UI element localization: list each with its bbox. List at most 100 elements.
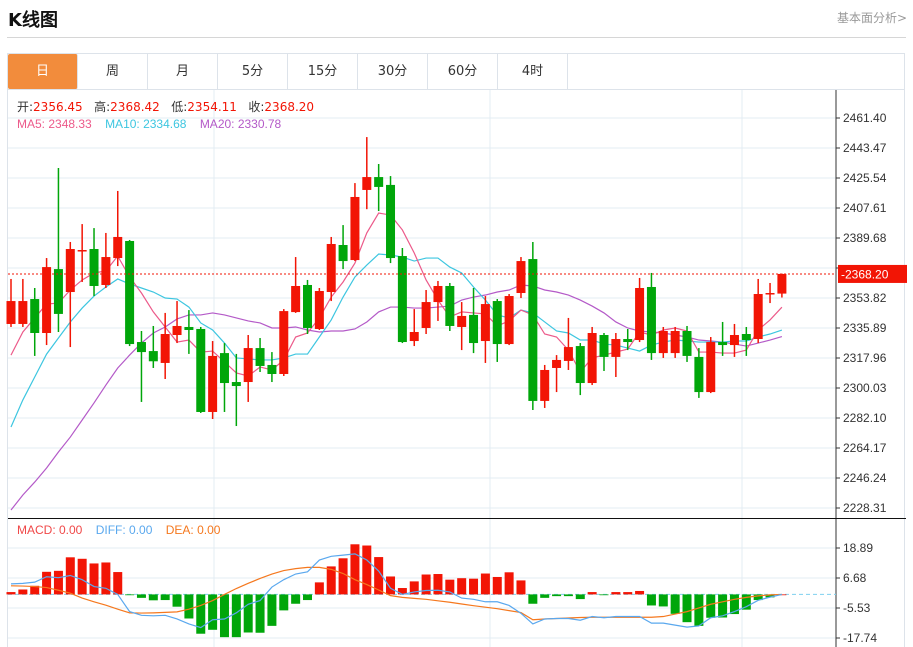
candle-body: [386, 184, 396, 259]
candle-body: [89, 249, 99, 286]
candle: [670, 326, 680, 358]
candle: [718, 321, 728, 356]
candle-body: [611, 339, 621, 357]
low-value: 2354.11: [187, 100, 237, 114]
candle-body: [267, 364, 277, 374]
price-tick-label: 2461.40: [843, 111, 887, 125]
macd-bar: [516, 580, 526, 595]
candle-body: [469, 314, 479, 344]
macd-bar: [552, 594, 562, 597]
candle: [386, 176, 396, 264]
candle: [433, 280, 443, 321]
candle: [219, 343, 229, 412]
candle-body: [552, 359, 562, 368]
candle: [255, 338, 265, 372]
candle-body: [480, 304, 490, 342]
candle-body: [635, 287, 645, 341]
candle: [326, 236, 336, 302]
diff-line: [10, 553, 783, 629]
macd-bar: [243, 594, 253, 633]
candle-body: [765, 293, 775, 295]
candle: [42, 258, 52, 346]
candle-body: [172, 325, 182, 336]
dea-legend-value: DEA: 0.00: [165, 523, 221, 537]
candle-body: [374, 177, 384, 187]
candle: [172, 301, 182, 344]
candle-body: [729, 335, 739, 346]
candle: [694, 348, 704, 398]
dea-line: [10, 566, 782, 621]
candle-body: [125, 240, 135, 345]
macd-bar: [635, 590, 645, 595]
macd-tick-label: -5.53: [843, 601, 871, 615]
price-tick-label: 2300.03: [843, 381, 887, 395]
ma10-legend: MA10: 2334.68: [105, 117, 187, 131]
candle: [563, 317, 573, 370]
candle: [65, 241, 75, 348]
macd-bar: [563, 594, 573, 597]
candle-body: [587, 333, 597, 384]
candle-body: [777, 273, 787, 294]
macd-bar: [160, 594, 170, 601]
candle: [338, 225, 348, 270]
candle: [480, 296, 490, 363]
candle: [706, 337, 716, 394]
macd-tick-label: 6.68: [843, 571, 867, 585]
macd-bar: [338, 558, 348, 595]
candle-body: [136, 342, 146, 353]
candle: [765, 282, 775, 304]
close-value: 2368.20: [264, 100, 315, 114]
candle: [148, 325, 158, 368]
candle-body: [599, 335, 609, 357]
price-tick-label: 2407.61: [843, 201, 887, 215]
candle: [374, 164, 384, 212]
high-label: 高:: [94, 100, 111, 114]
candle: [492, 299, 502, 362]
macd-bar: [433, 574, 443, 595]
candle-body: [540, 369, 550, 401]
macd-legend: MACD: 0.00 DIFF: 0.00 DEA: 0.00: [17, 523, 220, 537]
candle-body: [148, 351, 158, 362]
candle-body: [6, 301, 16, 324]
candle-body: [694, 356, 704, 393]
candle-body: [291, 285, 301, 313]
candle-body: [753, 294, 763, 340]
macd-bar: [386, 576, 396, 595]
candle: [231, 353, 241, 427]
candle: [279, 309, 289, 377]
ohlc-legend: 开:2356.45 高:2368.42 低:2354.11 收:2368.20: [17, 98, 314, 115]
candle-body: [18, 301, 28, 324]
macd-bar: [528, 594, 538, 604]
macd-bar: [682, 594, 692, 623]
close-label: 收:: [248, 100, 265, 114]
macd-bar: [575, 594, 585, 600]
macd-bar: [492, 576, 502, 595]
ma-legend: MA5: 2348.33 MA10: 2334.68 MA20: 2330.78: [17, 117, 281, 131]
candle-body: [563, 347, 573, 361]
macd-bar: [480, 573, 490, 595]
price-tick-label: 2335.89: [843, 321, 887, 335]
candle-body: [30, 299, 40, 334]
candle: [552, 355, 562, 393]
candle-body: [623, 339, 633, 343]
macd-legend-value: MACD: 0.00: [17, 523, 83, 537]
macd-bar: [670, 594, 680, 614]
candle-body: [706, 342, 716, 393]
candle-body: [741, 334, 751, 341]
candle: [136, 330, 146, 402]
diff-legend-value: DIFF: 0.00: [95, 523, 153, 537]
candle-body: [433, 285, 443, 303]
candle: [457, 302, 467, 351]
candle-body: [492, 301, 502, 345]
last-price-label: -2368.20: [841, 267, 889, 281]
candle-body: [682, 330, 692, 356]
candle: [516, 257, 526, 299]
candle-body: [101, 257, 111, 285]
macd-bar: [208, 594, 218, 630]
macd-bar: [89, 563, 99, 595]
candle-body: [196, 328, 206, 412]
candle-body: [255, 348, 265, 366]
macd-bar: [148, 594, 158, 601]
candle-body: [421, 302, 431, 328]
candle: [777, 273, 787, 298]
